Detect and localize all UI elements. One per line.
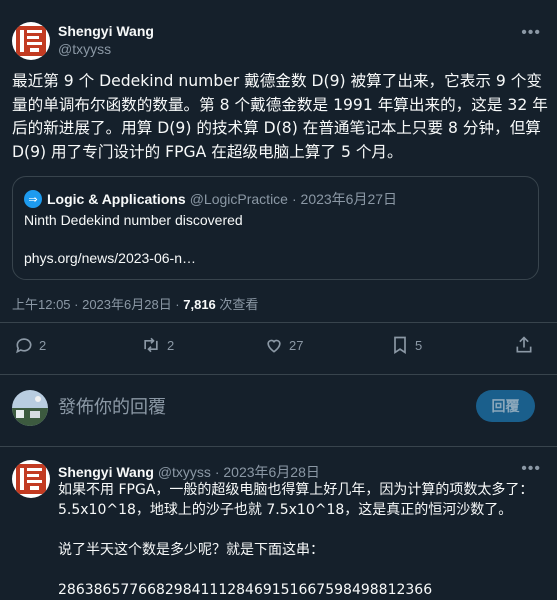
reply-button[interactable]: 回覆 — [476, 390, 535, 422]
author-avatar[interactable] — [12, 22, 50, 60]
reply-author-handle[interactable]: @txyyss — [158, 464, 211, 480]
reply-count: 2 — [39, 337, 47, 353]
reply-tweet-text: 如果不用 FPGA，一般的超级电脑也得算上好几年，因为计算的项数太多了：5.5x… — [58, 480, 544, 600]
reply-line: 说了半天这个数是多少呢？就是下面这串： — [58, 542, 324, 558]
main-tweet-author[interactable]: Shengyi Wang @txyyss — [58, 22, 154, 58]
seal-logo-icon — [16, 26, 46, 56]
tweet-actions: 2 2 27 5 — [0, 335, 557, 363]
landscape-avatar-icon — [12, 390, 48, 426]
reply-author-name[interactable]: Shengyi Wang — [58, 464, 154, 480]
tweet-text: 最近第 9 个 Dedekind number 戴德金数 D(9) 被算了出来，… — [12, 72, 548, 161]
divider — [0, 446, 557, 447]
more-icon[interactable]: ••• — [521, 460, 541, 478]
share-action[interactable] — [514, 335, 539, 355]
quoted-tweet-date: · 2023年6月27日 — [291, 191, 398, 207]
heart-icon — [267, 339, 281, 353]
reply-input[interactable] — [58, 394, 438, 420]
retweet-action[interactable]: 2 — [140, 335, 174, 355]
more-icon[interactable]: ••• — [521, 24, 541, 42]
author-name[interactable]: Shengyi Wang — [58, 22, 154, 40]
quoted-tweet-header: ⇒ Logic & Applications @LogicPractice · … — [24, 189, 397, 209]
reply-tweet-date[interactable]: · 2023年6月28日 — [215, 464, 320, 480]
quoted-author-avatar: ⇒ — [24, 190, 42, 208]
views-label: 次查看 — [215, 297, 259, 312]
like-count: 27 — [289, 337, 304, 353]
reply-line: 如果不用 FPGA，一般的超级电脑也得算上好几年，因为计算的项数太多了：5.5x… — [58, 482, 534, 518]
views-count: 7,816 — [183, 297, 216, 312]
retweet-icon — [144, 337, 158, 353]
divider — [0, 322, 557, 323]
reply-line — [58, 520, 544, 540]
author-handle[interactable]: @txyyss — [58, 40, 154, 58]
bookmark-action[interactable]: 5 — [390, 335, 422, 355]
reply-line: 2863865776682984111284691516675984988123… — [58, 582, 433, 598]
reply-line — [58, 560, 544, 580]
share-icon — [516, 336, 532, 353]
quoted-author-name: Logic & Applications — [47, 191, 186, 207]
reply-action[interactable]: 2 — [14, 335, 46, 355]
quoted-tweet-text: Ninth Dedekind number discovered — [24, 212, 243, 228]
reply-tweet-header: Shengyi Wang @txyyss · 2023年6月28日 — [58, 462, 320, 482]
seal-logo-icon — [16, 464, 46, 494]
retweet-count: 2 — [167, 337, 175, 353]
reply-author-avatar[interactable] — [12, 460, 50, 498]
quoted-author-handle: @LogicPractice — [189, 191, 288, 207]
divider — [0, 374, 557, 375]
bookmark-icon — [394, 336, 406, 355]
reply-icon — [16, 338, 32, 354]
user-avatar[interactable] — [12, 390, 48, 426]
tweet-timestamp[interactable]: 上午12:05 · 2023年6月28日 · — [12, 297, 183, 312]
bookmark-count: 5 — [415, 337, 423, 353]
like-action[interactable]: 27 — [264, 335, 303, 355]
quoted-tweet-card[interactable]: ⇒ Logic & Applications @LogicPractice · … — [12, 176, 539, 280]
quoted-tweet-link[interactable]: phys.org/news/2023-06-n… — [24, 250, 196, 266]
tweet-meta: 上午12:05 · 2023年6月28日 · 7,816 次查看 — [12, 294, 258, 313]
